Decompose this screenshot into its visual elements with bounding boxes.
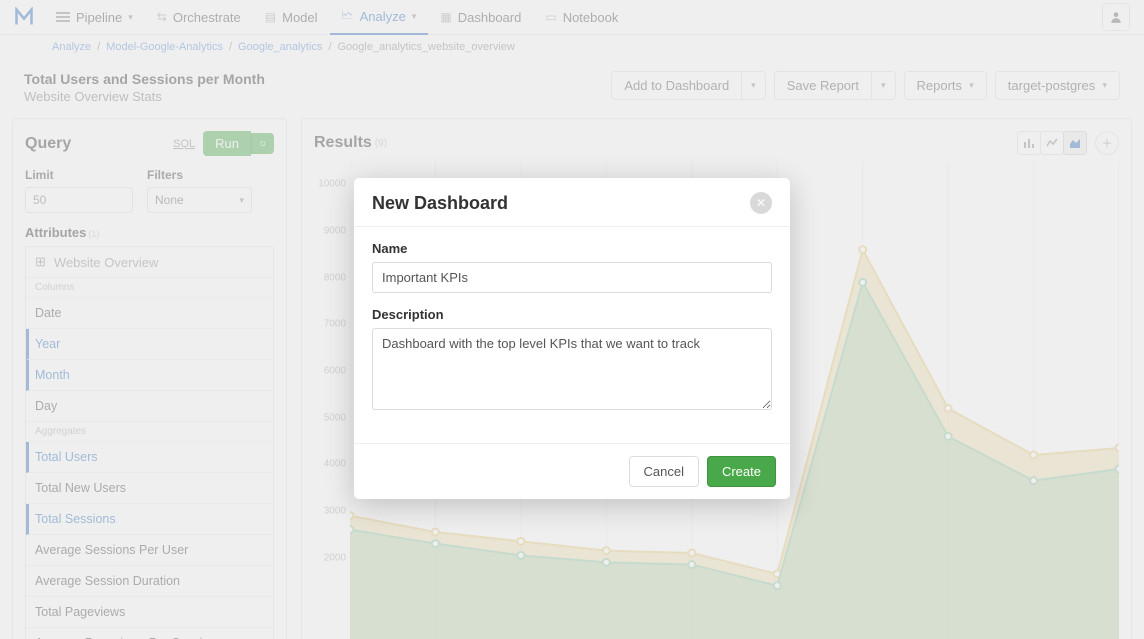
description-label: Description	[372, 307, 772, 322]
new-dashboard-modal: New Dashboard ✕ Name Description Cancel …	[354, 178, 790, 499]
modal-title: New Dashboard	[372, 193, 508, 214]
create-button[interactable]: Create	[707, 456, 776, 487]
name-input[interactable]	[372, 262, 772, 293]
description-input[interactable]	[372, 328, 772, 410]
cancel-button[interactable]: Cancel	[629, 456, 699, 487]
name-label: Name	[372, 241, 772, 256]
close-icon[interactable]: ✕	[750, 192, 772, 214]
